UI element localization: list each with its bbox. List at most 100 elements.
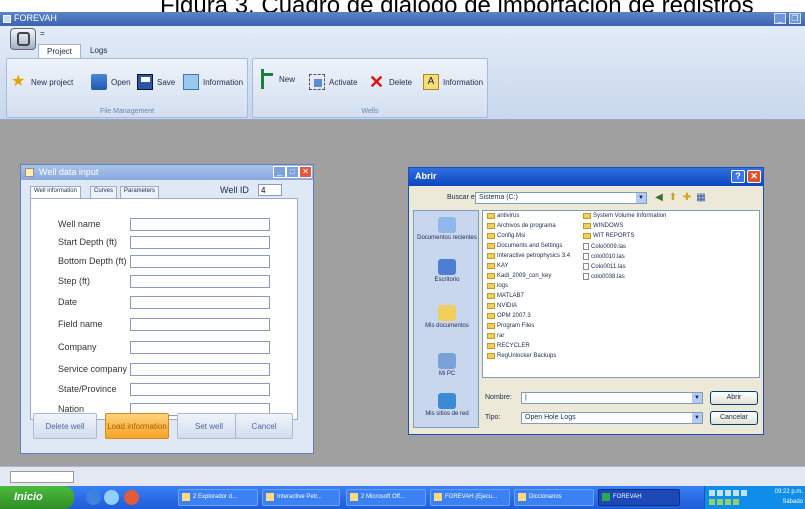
recent-documents-icon xyxy=(438,217,456,233)
start-button[interactable]: Inicio xyxy=(0,486,74,509)
chevron-down-icon[interactable]: ▼ xyxy=(692,413,702,423)
task-forevah-running[interactable]: FOREVAH (Ejecu... xyxy=(430,489,510,506)
tray-icon[interactable] xyxy=(733,490,739,496)
task-dictionaries[interactable]: Diccionarios xyxy=(514,489,594,506)
list-item[interactable]: logs xyxy=(487,283,508,289)
list-item[interactable]: WIT REPORTS xyxy=(583,233,634,239)
list-item[interactable]: Kadi_2009_con_key xyxy=(487,273,551,279)
list-item[interactable]: colo0010.las xyxy=(583,253,625,260)
task-forevah[interactable]: FOREVAH xyxy=(598,489,680,506)
quick-access-toolbar[interactable]: = xyxy=(40,29,45,38)
minimize-icon[interactable]: _ xyxy=(774,13,786,24)
save-button[interactable]: Save xyxy=(137,72,175,92)
delete-well-button[interactable]: Delete well xyxy=(33,413,97,439)
cancel-button[interactable]: Cancelar xyxy=(710,411,758,425)
activate-button[interactable]: Activate xyxy=(309,72,357,92)
tab-well-information[interactable]: Well information xyxy=(30,186,81,198)
task-microsoft-office[interactable]: 2 Microsoft Off... xyxy=(346,489,426,506)
cancel-button[interactable]: Cancel xyxy=(235,413,293,439)
open-button[interactable]: Open xyxy=(91,72,131,92)
tray-icon[interactable] xyxy=(725,490,731,496)
back-icon[interactable]: ◀ xyxy=(653,192,665,204)
clock[interactable]: 09:22 p.m. xyxy=(775,489,803,495)
date-field[interactable] xyxy=(130,296,270,309)
list-item[interactable]: rar xyxy=(487,333,504,339)
tab-logs[interactable]: Logs xyxy=(82,44,115,58)
bottom-depth-field[interactable] xyxy=(130,255,270,268)
tab-project[interactable]: Project xyxy=(38,44,81,58)
set-well-button[interactable]: Set well xyxy=(177,413,241,439)
well-name-field[interactable] xyxy=(130,218,270,231)
list-item[interactable]: Interactive petrophysics 3.4 xyxy=(487,253,570,259)
list-item[interactable]: Program Files xyxy=(487,323,534,329)
well-id-field[interactable] xyxy=(258,184,282,196)
tray-icon[interactable] xyxy=(725,499,731,505)
list-item[interactable]: System Volume Information xyxy=(583,213,666,219)
delete-button[interactable]: ✕ Delete xyxy=(369,72,412,92)
view-menu-icon[interactable]: ▦ xyxy=(695,192,707,204)
step-field[interactable] xyxy=(130,275,270,288)
file-type-select[interactable]: Open Hole Logs ▼ xyxy=(521,412,703,424)
start-depth-field[interactable] xyxy=(130,236,270,249)
place-network[interactable]: Mis sitios de red xyxy=(414,393,480,417)
tray-icon[interactable] xyxy=(717,490,723,496)
well-dialog-title-bar[interactable]: Well data input _ □ ✕ xyxy=(21,165,313,180)
chevron-down-icon[interactable]: ▼ xyxy=(692,393,702,403)
list-item[interactable]: Colo0009.las xyxy=(583,243,626,250)
task-interactive-petrophysics[interactable]: Interactive Petr... xyxy=(262,489,340,506)
service-company-field[interactable] xyxy=(130,363,270,376)
list-item[interactable]: Archivos de programa xyxy=(487,223,556,229)
maximize-icon[interactable]: □ xyxy=(286,166,299,178)
desktop-icon[interactable] xyxy=(86,490,101,505)
minimize-icon[interactable]: _ xyxy=(273,166,286,178)
list-item[interactable]: KAY xyxy=(487,263,509,269)
list-item[interactable]: MATLAB7 xyxy=(487,293,524,299)
tray-icon[interactable] xyxy=(717,499,723,505)
app-menu-button[interactable] xyxy=(10,28,36,50)
list-item-label: logs xyxy=(497,283,509,289)
place-my-computer[interactable]: Mi PC xyxy=(414,353,480,377)
well-information-button[interactable]: A Information xyxy=(423,72,483,92)
place-recent-documents[interactable]: Documentos recientes xyxy=(414,217,480,241)
list-item[interactable]: antivirus xyxy=(487,213,519,219)
new-well-button[interactable]: New xyxy=(259,69,295,89)
tab-curves[interactable]: Curves xyxy=(90,186,118,198)
chevron-down-icon[interactable]: ▼ xyxy=(636,193,646,203)
list-item[interactable]: colo0038.las xyxy=(583,273,625,280)
field-name-field[interactable] xyxy=(130,318,270,331)
task-explorer[interactable]: 2 Explorador d... xyxy=(178,489,258,506)
open-dialog-title-bar[interactable]: Abrir ? ✕ xyxy=(409,168,763,186)
tray-icon[interactable] xyxy=(741,490,747,496)
media-player-icon[interactable] xyxy=(124,490,139,505)
list-item[interactable]: NVIDIA xyxy=(487,303,517,309)
list-item[interactable]: RegUnlocker Backups xyxy=(487,353,556,359)
list-item[interactable]: RECYCLER xyxy=(487,343,530,349)
list-item[interactable]: Colo0011.las xyxy=(583,263,626,270)
up-folder-icon[interactable]: ⬆ xyxy=(667,192,679,204)
file-list[interactable]: antivirus Archivos de programa Config.Ms… xyxy=(482,210,760,378)
look-in-select[interactable]: Sistema (C:) ▼ xyxy=(475,192,647,204)
file-name-field[interactable]: | ▼ xyxy=(521,392,703,404)
help-icon[interactable]: ? xyxy=(731,170,745,183)
load-information-button[interactable]: Load information xyxy=(105,413,169,439)
file-information-button[interactable]: Information xyxy=(183,72,243,92)
tray-icon[interactable] xyxy=(709,499,715,505)
restore-icon[interactable]: ❐ xyxy=(789,13,801,24)
new-project-button[interactable]: ★ New project xyxy=(11,72,73,92)
state-province-field[interactable] xyxy=(130,383,270,396)
tray-icon[interactable] xyxy=(733,499,739,505)
close-icon[interactable]: ✕ xyxy=(299,166,312,178)
tray-icon[interactable] xyxy=(709,490,715,496)
browser-icon[interactable] xyxy=(104,490,119,505)
open-button[interactable]: Abrir xyxy=(710,391,758,405)
tab-parameters[interactable]: Parameters xyxy=(120,186,160,198)
close-icon[interactable]: ✕ xyxy=(747,170,761,183)
new-folder-icon[interactable]: ✚ xyxy=(681,192,693,204)
list-item[interactable]: Config.Msi xyxy=(487,233,525,239)
place-desktop[interactable]: Escritorio xyxy=(414,259,480,283)
place-my-documents[interactable]: Mis documentos xyxy=(414,305,480,329)
company-field[interactable] xyxy=(130,341,270,354)
list-item[interactable]: WINDOWS xyxy=(583,223,623,229)
list-item[interactable]: Documents and Settings xyxy=(487,243,562,249)
list-item[interactable]: OPM 2007.3 xyxy=(487,313,531,319)
